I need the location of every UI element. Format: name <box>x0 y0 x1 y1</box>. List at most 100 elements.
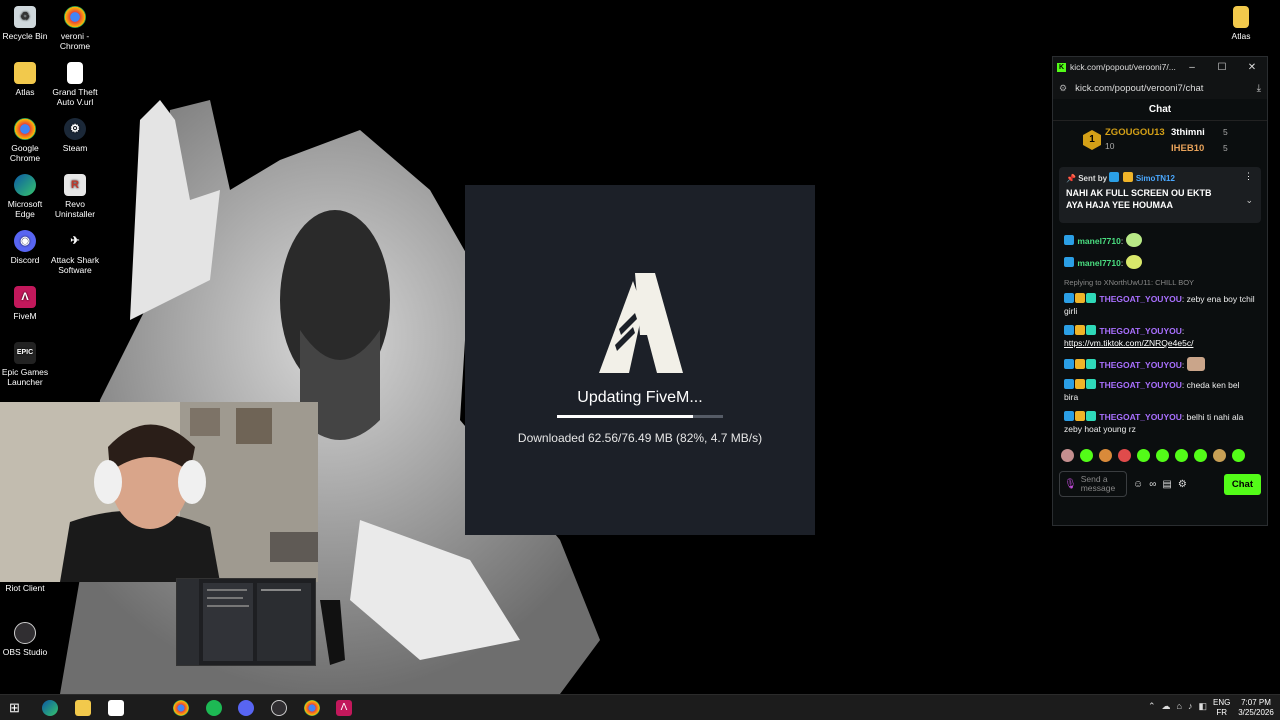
emote-icon <box>1186 357 1205 371</box>
close-button[interactable]: ✕ <box>1237 62 1267 73</box>
more-options-icon[interactable]: ⋮ <box>1244 171 1253 182</box>
webcam-image <box>0 402 318 582</box>
desktop-icon-veroni-chrome[interactable]: veroni - Chrome <box>50 6 100 51</box>
chat-message: manel7710: <box>1053 227 1267 249</box>
emote-bar <box>1053 445 1267 467</box>
crown-badge-icon <box>1075 325 1085 335</box>
desktop-icon-fivem[interactable]: Λ FiveM <box>0 286 50 321</box>
desktop-icon-recycle-bin[interactable]: ♻ Recycle Bin <box>0 6 50 41</box>
chevron-down-icon[interactable]: ⌄ <box>1245 195 1253 206</box>
emote-icon[interactable] <box>1213 449 1226 462</box>
crown-badge-icon <box>1075 293 1085 303</box>
system-tray-icons[interactable]: ⌃☁⌂♪◧ <box>1148 701 1213 712</box>
leader-first-count: 10 <box>1105 141 1115 151</box>
leader-second-name[interactable]: 3thimni <box>1171 127 1205 138</box>
emote-icon[interactable] <box>1156 449 1169 462</box>
desktop-icon-label: Discord <box>10 255 40 265</box>
discord-preview-thumbnail[interactable] <box>176 578 316 666</box>
desktop-icon-atlas[interactable]: Atlas <box>0 62 50 97</box>
chat-username[interactable]: THEGOAT_YOUYOU <box>1099 294 1182 304</box>
chat-message: THEGOAT_YOUYOU: https://vm.tiktok.com/ZN… <box>1053 319 1267 351</box>
store-icon[interactable]: ▤ <box>1162 479 1171 490</box>
emote-icon[interactable] <box>1137 449 1150 462</box>
desktop-icon-gta[interactable]: Grand Theft Auto V.url <box>50 62 100 107</box>
desktop: ♻ Recycle Bin veroni - Chrome Atlas Gran… <box>0 0 1280 694</box>
microphone-icon[interactable]: 🎙 <box>1064 479 1077 490</box>
url-text: kick.com/popout/verooni7/chat <box>1075 82 1204 94</box>
file-explorer-icon[interactable] <box>75 700 91 716</box>
pin-icon: 📌 <box>1066 174 1076 183</box>
download-icon[interactable]: ⤓ <box>1257 83 1261 94</box>
desktop-icon-epic[interactable]: EPIC Epic Games Launcher <box>0 342 50 387</box>
emote-icon[interactable] <box>1175 449 1188 462</box>
desktop-icon-google-chrome[interactable]: Google Chrome <box>0 118 50 163</box>
emote-icon[interactable] <box>1194 449 1207 462</box>
discord-icon[interactable] <box>238 700 254 716</box>
emote-icon[interactable] <box>1061 449 1074 462</box>
chat-message: THEGOAT_YOUYOU: cheda ken bel bira <box>1053 373 1267 405</box>
infinity-icon[interactable]: ∞ <box>1149 479 1156 490</box>
chat-input-placeholder: Send a message <box>1080 474 1116 493</box>
spotify-icon[interactable] <box>206 700 222 716</box>
sub-badge-icon <box>1086 379 1096 389</box>
emote-picker-icon[interactable]: ☺ <box>1133 479 1143 490</box>
chat-username[interactable]: manel7710 <box>1077 258 1120 268</box>
emote-icon[interactable] <box>1232 449 1245 462</box>
address-bar[interactable]: ⚙ kick.com/popout/verooni7/chat ⤓ <box>1053 77 1267 99</box>
webcam-feed <box>0 402 318 582</box>
emote-icon <box>1125 233 1142 247</box>
desktop-icon-label: Revo Uninstaller <box>54 199 96 219</box>
clock-time: 7:07 PM <box>1241 698 1271 707</box>
desktop-icon-attack-shark[interactable]: ✈ Attack Shark Software <box>50 230 100 275</box>
gear-icon[interactable]: ⚙ <box>1178 479 1187 490</box>
edge-icon[interactable] <box>42 700 58 716</box>
language-indicator[interactable]: ENG FR <box>1213 698 1230 718</box>
store-icon[interactable] <box>108 700 124 716</box>
pinned-sender[interactable]: SimoTN12 <box>1136 174 1175 183</box>
chrome-icon <box>14 118 36 140</box>
emote-icon[interactable] <box>1118 449 1131 462</box>
desktop-icon-obs[interactable]: OBS Studio <box>0 622 50 657</box>
fivem-icon[interactable]: Λ <box>336 700 352 716</box>
chat-link[interactable]: https://vm.tiktok.com/ZNRQe4e5c/ <box>1064 338 1193 348</box>
pinned-message[interactable]: 📌 Sent by SimoTN12 NAHI AK FULL SCREEN O… <box>1059 167 1261 223</box>
edge-icon <box>14 174 36 196</box>
recycle-bin-icon: ♻ <box>14 6 36 28</box>
minimize-button[interactable]: – <box>1177 62 1207 73</box>
rank-badge-icon: 1 <box>1083 130 1101 150</box>
chat-message: THEGOAT_YOUYOU: belhi ti nahi ala zeby h… <box>1053 405 1267 437</box>
chat-username[interactable]: THEGOAT_YOUYOU <box>1099 360 1182 370</box>
leader-third-name[interactable]: IHEB10 <box>1171 143 1204 154</box>
desktop-icon-label: Atlas <box>1231 31 1251 41</box>
emote-icon[interactable] <box>1080 449 1093 462</box>
pinned-text: NAHI AK FULL SCREEN OU EKTB AYA HAJA YEE… <box>1066 188 1212 210</box>
desktop-icon-atlas-right[interactable]: Atlas <box>1216 6 1266 41</box>
chrome-icon[interactable] <box>173 700 189 716</box>
taskbar: ⊞ Λ ⌃☁⌂♪◧ ENG FR 7:07 PM 3/25/2026 <box>0 694 1280 720</box>
desktop-icon-revo[interactable]: R Revo Uninstaller <box>50 174 100 219</box>
emote-icon[interactable] <box>1099 449 1112 462</box>
obs-icon[interactable] <box>271 700 287 716</box>
chat-username[interactable]: THEGOAT_YOUYOU <box>1099 412 1182 422</box>
discord-icon: ◉ <box>14 230 36 252</box>
desktop-icon-label: Recycle Bin <box>2 31 48 41</box>
chrome-icon[interactable] <box>304 700 320 716</box>
leader-first-name[interactable]: ZGOUGOU13 <box>1105 127 1165 138</box>
leader-second-count: 5 <box>1223 127 1228 137</box>
chat-username[interactable]: THEGOAT_YOUYOU <box>1099 380 1182 390</box>
desktop-icon-edge[interactable]: Microsoft Edge <box>0 174 50 219</box>
windows-start-icon[interactable]: ⊞ <box>9 700 25 716</box>
chat-username[interactable]: THEGOAT_YOUYOU <box>1099 326 1182 336</box>
send-chat-button[interactable]: Chat <box>1223 473 1261 495</box>
folder-icon <box>14 62 36 84</box>
maximize-button[interactable]: ☐ <box>1207 62 1237 73</box>
clock[interactable]: 7:07 PM 3/25/2026 <box>1236 698 1276 718</box>
chat-input[interactable]: 🎙 Send a message <box>1059 471 1127 497</box>
desktop-icon-discord[interactable]: ◉ Discord <box>0 230 50 265</box>
chat-header: Chat <box>1053 99 1267 121</box>
fivem-icon: Λ <box>14 286 36 308</box>
chat-text: : <box>1120 236 1124 246</box>
chat-username[interactable]: manel7710 <box>1077 236 1120 246</box>
desktop-icon-steam[interactable]: ⚙ Steam <box>50 118 100 153</box>
site-settings-icon[interactable]: ⚙ <box>1059 83 1067 94</box>
